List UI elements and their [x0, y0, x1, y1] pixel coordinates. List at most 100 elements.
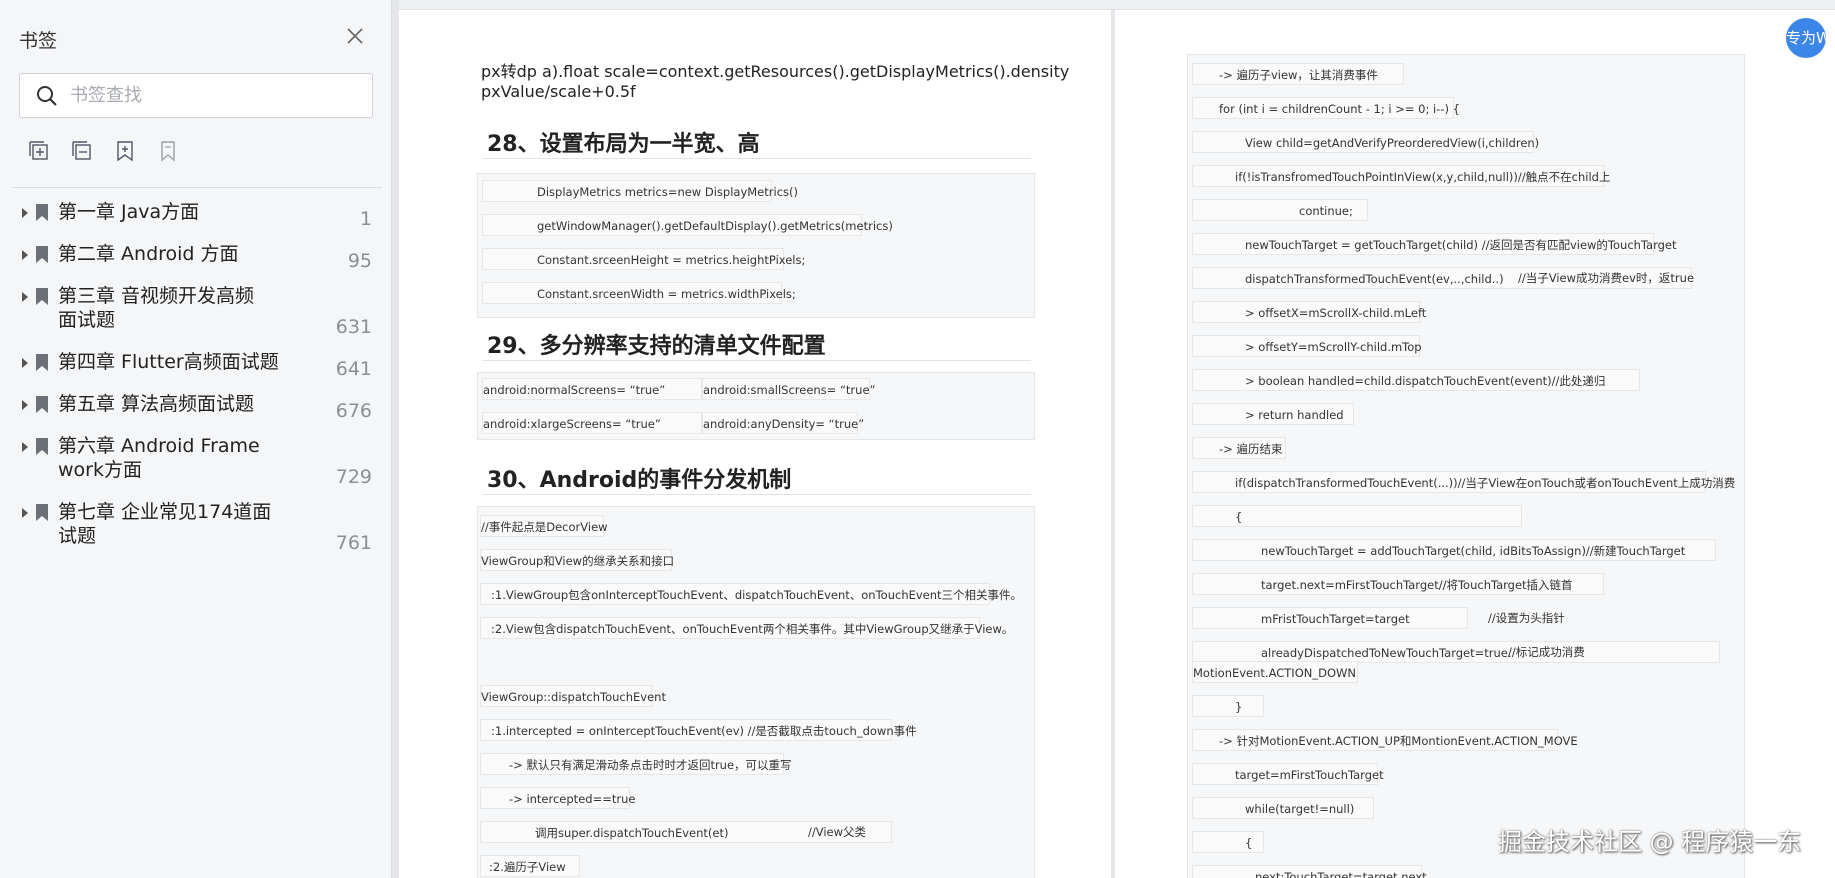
code-block-29: android:normalScreens= “true” android:sm… — [477, 372, 1035, 440]
expand-arrow-icon[interactable] — [22, 358, 28, 368]
code-line: target=mFirstTouchTarget — [1192, 763, 1384, 785]
code-line: :2.遍历子View — [480, 855, 580, 877]
bookmark-page: 95 — [347, 250, 372, 272]
bookmark-icon — [36, 204, 48, 221]
bookmark-icon — [36, 396, 48, 413]
bookmark-item-chapter7[interactable]: 第七章 企业常见174道面试题 761 — [0, 501, 392, 556]
code-line: :2.View包含dispatchTouchEvent、onTouchEvent… — [480, 617, 1013, 639]
code-comment: //设置为头指针 — [1488, 611, 1565, 625]
bookmark-item-chapter3[interactable]: 第三章 音视频开发高频面试题 631 — [0, 285, 392, 340]
bookmark-page: 676 — [335, 400, 372, 422]
code-line: next:TouchTarget=target.next — [1192, 865, 1427, 878]
page-right: -> 遍历子view，让其消费事件 for (int i = childrenC… — [1115, 10, 1835, 878]
code-line: mFristTouchTarget=target — [1192, 607, 1468, 629]
bookmark-label: 第三章 音视频开发高频面试题 — [58, 285, 255, 331]
section-heading-28: 28、设置布局为一半宽、高 — [487, 132, 760, 157]
code-line: :1.intercepted = onInterceptTouchEvent(e… — [480, 719, 917, 741]
code-line: while(target!=null) — [1192, 797, 1374, 819]
code-line: MotionEvent.ACTION_DOWN — [1192, 661, 1358, 683]
bookmark-icon — [36, 354, 48, 371]
code-line: ViewGroup::dispatchTouchEvent — [480, 685, 666, 707]
section-heading-29: 29、多分辨率支持的清单文件配置 — [487, 334, 826, 359]
expand-arrow-icon[interactable] — [22, 292, 28, 302]
bookmark-item-chapter5[interactable]: 第五章 算法高频面试题 676 — [0, 393, 392, 424]
avatar[interactable]: 专为W — [1786, 18, 1826, 58]
code-line: Constant.srceenHeight = metrics.heightPi… — [482, 248, 805, 270]
bookmark-item-chapter2[interactable]: 第二章 Android 方面 95 — [0, 243, 392, 274]
bookmark-sidebar: 书签 第一章 — [0, 0, 392, 878]
expand-arrow-icon[interactable] — [22, 208, 28, 218]
bookmark-label: 第一章 Java方面 — [58, 201, 200, 223]
code-line: { — [1192, 505, 1522, 527]
code-line: android:xlargeScreens= “true” — [482, 412, 702, 434]
bookmark-page: 729 — [335, 466, 372, 488]
code-line: //事件起点是DecorView — [480, 515, 608, 537]
sidebar-divider — [12, 187, 382, 188]
expand-arrow-icon[interactable] — [22, 442, 28, 452]
code-line: :1.ViewGroup包含onInterceptTouchEvent、disp… — [480, 583, 1022, 605]
expand-arrow-icon[interactable] — [22, 508, 28, 518]
bookmark-add-icon[interactable] — [113, 139, 137, 163]
code-line: > offsetX=mScrollX-child.mLeft — [1192, 301, 1426, 323]
page-left: px转dp a).float scale=context.getResource… — [399, 10, 1111, 878]
code-line: for (int i = childrenCount - 1; i >= 0; … — [1192, 97, 1460, 119]
bookmark-icon — [36, 246, 48, 263]
bookmark-icon — [36, 504, 48, 521]
code-line: > return handled — [1192, 403, 1354, 425]
remove-bookmark-icon[interactable] — [70, 139, 94, 163]
code-comment: //View父类 — [808, 825, 867, 839]
bookmark-page: 761 — [335, 532, 372, 554]
code-line: if(dispatchTransformedTouchEvent(...))//… — [1192, 471, 1735, 493]
close-icon[interactable] — [343, 24, 367, 48]
watermark: 掘金技术社区 @ 程序猿一东 — [1498, 828, 1802, 856]
bookmark-search[interactable] — [19, 73, 373, 118]
code-line: android:normalScreens= “true” — [482, 378, 702, 400]
code-line: -> 默认只有满足滑动条点击时时才返回true，可以重写 — [480, 753, 792, 775]
search-input[interactable] — [70, 85, 350, 106]
code-line: { — [1192, 831, 1264, 853]
document-view[interactable]: px转dp a).float scale=context.getResource… — [393, 0, 1835, 878]
code-line: target.next=mFirstTouchTarget//将TouchTar… — [1192, 573, 1604, 595]
bookmark-item-chapter1[interactable]: 第一章 Java方面 1 — [0, 201, 392, 232]
code-line: alreadyDispatchedToNewTouchTarget=true. — [1192, 641, 1720, 663]
bookmark-label: 第二章 Android 方面 — [58, 243, 239, 265]
code-line: continue; — [1192, 199, 1368, 221]
paragraph-line: pxValue/scale+0.5f — [481, 82, 636, 101]
code-line: -> intercepted==true — [480, 787, 635, 809]
expand-arrow-icon[interactable] — [22, 250, 28, 260]
heading-underline — [483, 494, 1031, 495]
bookmark-icon — [36, 288, 48, 305]
search-icon — [37, 85, 57, 106]
expand-arrow-icon[interactable] — [22, 400, 28, 410]
heading-underline — [483, 158, 1031, 159]
code-block-30: //事件起点是DecorView ViewGroup和View的继承关系和接口 … — [477, 506, 1035, 878]
bookmark-icon[interactable] — [156, 139, 180, 163]
code-line: android:anyDensity= “true” — [702, 412, 864, 434]
bookmark-item-chapter4[interactable]: 第四章 Flutter高频面试题 641 — [0, 351, 392, 382]
bookmark-page: 1 — [359, 208, 372, 230]
code-line: DisplayMetrics metrics=new DisplayMetric… — [482, 180, 798, 202]
code-line: -> 针对MotionEvent.ACTION_UP和MontionEvent.… — [1192, 729, 1578, 751]
bookmark-label: 第五章 算法高频面试题 — [58, 393, 255, 415]
code-block-28: DisplayMetrics metrics=new DisplayMetric… — [477, 173, 1035, 318]
heading-underline — [483, 360, 1031, 361]
code-line: View child=getAndVerifyPreorderedView(i,… — [1192, 131, 1539, 153]
bookmark-label: 第四章 Flutter高频面试题 — [58, 351, 279, 373]
code-block-dispatch: -> 遍历子view，让其消费事件 for (int i = childrenC… — [1187, 54, 1745, 878]
bookmark-label: 第七章 企业常见174道面试题 — [58, 501, 272, 547]
previous-page-edge — [399, 0, 1835, 10]
sidebar-title: 书签 — [19, 30, 58, 52]
paragraph-line: px转dp a).float scale=context.getResource… — [481, 62, 1070, 81]
code-line: Constant.srceenWidth = metrics.widthPixe… — [482, 282, 796, 304]
code-line: > offsetY=mScrollY-child.mTop — [1192, 335, 1422, 357]
bookmark-page: 641 — [335, 358, 372, 380]
add-bookmark-icon[interactable] — [27, 139, 51, 163]
code-comment: //标记成功消费 — [1508, 645, 1585, 659]
code-line: android:smallScreens= “true” — [702, 378, 875, 400]
code-line: } — [1192, 695, 1264, 717]
code-comment: //当子View成功消费ev时，返true — [1518, 271, 1695, 285]
bookmark-item-chapter6[interactable]: 第六章 Android Framework方面 729 — [0, 435, 392, 490]
code-line: -> 遍历子view，让其消费事件 — [1192, 63, 1404, 85]
code-line: newTouchTarget = getTouchTarget(child) /… — [1192, 233, 1677, 255]
